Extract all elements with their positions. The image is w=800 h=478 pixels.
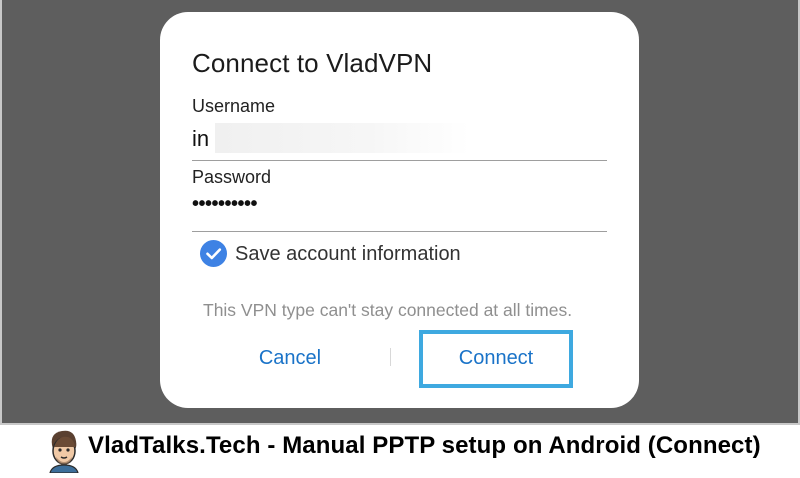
check-icon xyxy=(206,248,222,260)
vpn-info-text: This VPN type can't stay connected at al… xyxy=(203,300,573,320)
username-underline xyxy=(192,160,607,161)
button-divider xyxy=(390,348,391,366)
redaction-blur xyxy=(215,123,470,153)
password-field[interactable]: •••••••••• xyxy=(192,193,258,216)
avatar-icon xyxy=(44,427,84,474)
dialog-title: Connect to VladVPN xyxy=(192,48,433,78)
caption-text: VladTalks.Tech - Manual PPTP setup on An… xyxy=(88,432,761,459)
username-field[interactable]: in xyxy=(192,126,209,152)
vpn-connect-dialog: Connect to VladVPN Username in Password … xyxy=(160,12,639,408)
save-account-label[interactable]: Save account information xyxy=(235,243,461,266)
cancel-button[interactable]: Cancel xyxy=(220,343,360,373)
connect-button[interactable]: Connect xyxy=(423,343,569,373)
save-account-checkbox[interactable] xyxy=(200,240,227,267)
password-underline xyxy=(192,231,607,232)
username-label: Username xyxy=(192,96,276,116)
password-label: Password xyxy=(192,167,272,187)
